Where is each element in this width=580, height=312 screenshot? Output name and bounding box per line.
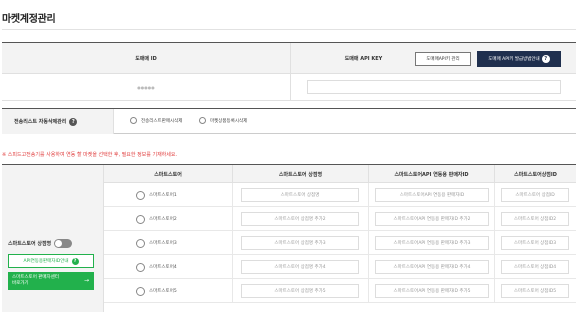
seller-id-input[interactable]: 스마트스토어API 연동용 판매자ID 추가4: [375, 260, 489, 274]
auto-delete-row: 전송리스트 자동삭제관리 ? 전송리스트판매시삭제 마켓상품등록시삭제: [2, 109, 576, 134]
seller-id-input[interactable]: 스마트스토어API 연동용 판매자ID: [375, 188, 489, 202]
seller-id-input[interactable]: 스마트스토어API 연동용 판매자ID 추가5: [375, 284, 489, 298]
seller-center-label-2: 바로가기: [12, 280, 29, 286]
seller-id-cell: 스마트스토어API 연동용 판매자ID 추가5: [368, 279, 494, 303]
shop-name-cell: 스마트스토어 상점명 추가3: [232, 231, 368, 255]
shop-name-cell: 스마트스토어 상점명 추가4: [232, 255, 368, 279]
shop-name-input[interactable]: 스마트스토어 상점명 추가5: [241, 284, 359, 298]
radio-icon[interactable]: [136, 262, 145, 272]
auto-delete-label: 전송리스트 자동삭제관리: [14, 119, 67, 125]
question-icon[interactable]: ?: [69, 117, 78, 126]
seller-id-cell: 스마트스토어API 연동용 판매자ID 추가2: [368, 207, 494, 231]
domaemae-table-header: 도매매 ID 도매매 API KEY 도매매API키 관리 도매매 API키 발…: [2, 43, 576, 74]
store-select-cell[interactable]: 스마트스토어2: [104, 207, 232, 231]
seller-id-cell: 스마트스토어API 연동용 판매자ID: [368, 183, 494, 207]
store-id-input[interactable]: 스마트스토어 상점ID4: [501, 260, 569, 274]
store-id-input[interactable]: 스마트스토어 상점ID5: [501, 284, 569, 298]
title-divider: [2, 29, 576, 30]
table-row: 스마트스토어3 스마트스토어 상점명 추가3 스마트스토어API 연동용 판매자ID…: [104, 231, 576, 255]
shop-name-input[interactable]: 스마트스토어 상점명 추가2: [241, 212, 359, 226]
store-id-cell: 스마트스토어 상점ID5: [494, 279, 576, 303]
smartstore-side-panel: 스마트스토어 상점명 API연동용판매자ID안내 ? 스마트스토어 판매자센터 …: [2, 165, 104, 312]
auto-delete-option-label: 마켓상품등록시삭제: [210, 118, 248, 124]
store-label: 스마트스토어5: [149, 289, 177, 294]
smartstore-table-header: 스마트스토어 스마트스토어 상점명 스마트스토어API 연동용 판매자ID 스마…: [104, 165, 576, 183]
radio-icon[interactable]: [136, 286, 145, 296]
domaemae-apikey-cell: [290, 74, 576, 101]
toggle-switch[interactable]: [54, 239, 73, 248]
notice-text: ※ 스피드고전송기를 사용하여 연동 할 마켓을 선택한 후, 필요한 정보를 …: [2, 152, 178, 158]
store-id-input[interactable]: 스마트스토어 상점ID2: [501, 212, 569, 226]
store-id-cell: 스마트스토어 상점ID4: [494, 255, 576, 279]
radio-icon[interactable]: [199, 117, 206, 124]
radio-icon[interactable]: [130, 117, 137, 124]
seller-id-cell: 스마트스토어API 연동용 판매자ID 추가3: [368, 231, 494, 255]
header-store: 스마트스토어: [154, 171, 182, 178]
seller-id-input[interactable]: 스마트스토어API 연동용 판매자ID 추가3: [375, 236, 489, 250]
domaemae-id-value: ●●●●●: [137, 85, 155, 90]
question-icon: ?: [71, 257, 79, 265]
seller-id-guide-button[interactable]: API연동용판매자ID안내 ?: [8, 254, 94, 268]
domaemae-apikey-header-cell: 도매매 API KEY 도매매API키 관리 도매매 API키 발급방법안내 ?: [290, 43, 576, 74]
header-shop-name: 스마트스토어 상점명: [232, 165, 368, 183]
store-label: 스마트스토어1: [149, 193, 177, 198]
radio-icon[interactable]: [136, 190, 145, 200]
store-label: 스마트스토어2: [149, 217, 177, 222]
table-row: 스마트스토어2 스마트스토어 상점명 추가2 스마트스토어API 연동용 판매자ID…: [104, 207, 576, 231]
domaemae-apikey-field[interactable]: [307, 80, 561, 94]
table-row: 스마트스토어1 스마트스토어 상점명 스마트스토어API 연동용 판매자ID 스마트스…: [104, 183, 576, 207]
apikey-guide-label: 도매매 API키 발급방법안내: [488, 57, 540, 62]
auto-delete-option-sent[interactable]: 전송리스트판매시삭제: [130, 117, 182, 124]
seller-center-button[interactable]: 스마트스토어 판매자센터 바로가기 →: [8, 272, 94, 290]
seller-id-cell: 스마트스토어API 연동용 판매자ID 추가4: [368, 255, 494, 279]
question-icon: ?: [541, 55, 550, 63]
store-id-input[interactable]: 스마트스토어 상점ID3: [501, 236, 569, 250]
radio-icon[interactable]: [136, 238, 145, 248]
table-row: 스마트스토어4 스마트스토어 상점명 추가4 스마트스토어API 연동용 판매자ID…: [104, 255, 576, 279]
store-label: 스마트스토어3: [149, 241, 177, 246]
shop-name-input[interactable]: 스마트스토어 상점명 추가4: [241, 260, 359, 274]
store-id-cell: 스마트스토어 상점ID2: [494, 207, 576, 231]
shop-name-cell: 스마트스토어 상점명 추가2: [232, 207, 368, 231]
apikey-manage-button[interactable]: 도매매API키 관리: [415, 52, 471, 66]
auto-delete-label-cell: 전송리스트 자동삭제관리 ?: [2, 109, 114, 134]
store-id-input[interactable]: 스마트스토어 상점ID: [501, 188, 569, 202]
store-select-cell[interactable]: 스마트스토어3: [104, 231, 232, 255]
header-seller-id: 스마트스토어API 연동용 판매자ID: [368, 165, 494, 183]
seller-id-input[interactable]: 스마트스토어API 연동용 판매자ID 추가2: [375, 212, 489, 226]
auto-delete-option-label: 전송리스트판매시삭제: [141, 118, 183, 124]
table-row: 스마트스토어5 스마트스토어 상점명 추가5 스마트스토어API 연동용 판매자ID…: [104, 279, 576, 303]
toggle-label: 스마트스토어 상점명: [8, 241, 52, 247]
domaemae-id-header: 도매매 ID: [135, 56, 157, 62]
store-select-cell[interactable]: 스마트스토어5: [104, 279, 232, 303]
radio-icon[interactable]: [136, 214, 145, 224]
shop-name-cell: 스마트스토어 상점명 추가5: [232, 279, 368, 303]
store-select-cell[interactable]: 스마트스토어1: [104, 183, 232, 207]
shop-name-cell: 스마트스토어 상점명: [232, 183, 368, 207]
store-select-cell[interactable]: 스마트스토어4: [104, 255, 232, 279]
apikey-guide-button[interactable]: 도매매 API키 발급방법안내 ?: [477, 51, 561, 67]
auto-delete-option-registered[interactable]: 마켓상품등록시삭제: [199, 117, 247, 124]
store-id-cell: 스마트스토어 상점ID: [494, 183, 576, 207]
seller-id-guide-label: API연동용판매자ID안내: [23, 259, 69, 264]
page-title: 마켓계정관리: [2, 14, 56, 25]
arrow-right-icon: →: [83, 277, 89, 284]
shop-name-input[interactable]: 스마트스토어 상점명: [241, 188, 359, 202]
domaemae-table-row: ●●●●●: [2, 74, 576, 101]
store-label: 스마트스토어4: [149, 265, 177, 270]
shop-name-toggle-group: 스마트스토어 상점명: [8, 239, 73, 248]
store-id-cell: 스마트스토어 상점ID3: [494, 231, 576, 255]
shop-name-input[interactable]: 스마트스토어 상점명 추가3: [241, 236, 359, 250]
header-store-id: 스마트스토어상점ID: [494, 165, 576, 183]
